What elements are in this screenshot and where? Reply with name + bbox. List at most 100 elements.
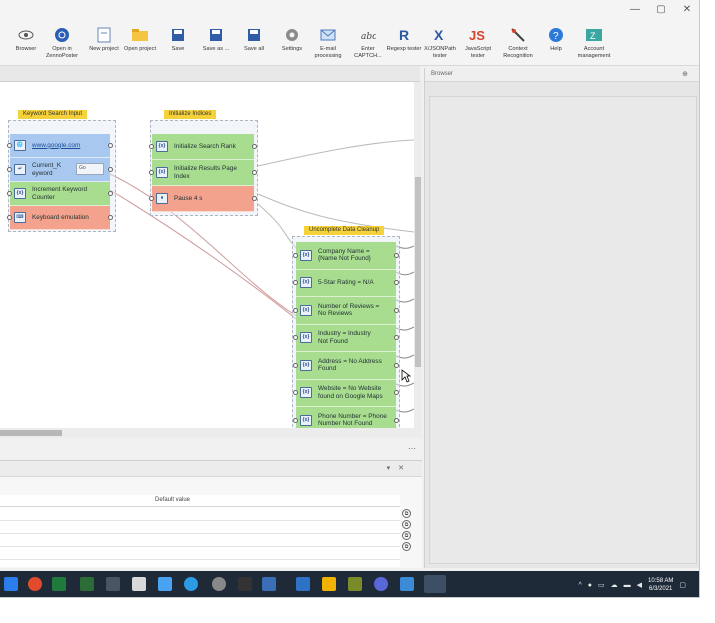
terminal-icon[interactable] (238, 577, 252, 591)
action-node[interactable]: {x} Address = No Address Found (293, 352, 399, 380)
toolbar-button-xpath[interactable]: X X/JSONPath tester (420, 26, 460, 59)
output-port[interactable] (394, 252, 399, 258)
table-row[interactable] (0, 533, 400, 534)
output-port[interactable] (252, 196, 257, 201)
close-button[interactable]: ✕ (681, 4, 693, 15)
excel-icon[interactable] (52, 577, 66, 591)
action-node[interactable]: {x} 5-Star Rating = N/A (293, 269, 399, 297)
output-port[interactable] (394, 307, 399, 313)
active-app-icon[interactable] (424, 575, 446, 593)
pin-icon[interactable]: ⊕ (682, 70, 688, 78)
toolbar-button-captcha[interactable]: abc Enter CAPTCH... (348, 26, 388, 59)
browser-view[interactable] (429, 96, 697, 564)
toolbar-button-regexp[interactable]: R Regexp tester (384, 26, 424, 53)
project-tab-strip[interactable] (0, 66, 420, 82)
node-input-field[interactable]: Go (76, 163, 104, 175)
toolbar-button-help[interactable]: ? Help (536, 26, 576, 53)
action-node[interactable]: ↵ Current_K eyword Go (7, 158, 113, 182)
output-port[interactable] (252, 144, 257, 149)
input-port[interactable] (293, 307, 298, 313)
start-icon[interactable] (4, 577, 18, 591)
input-port[interactable] (149, 196, 154, 201)
input-port[interactable] (7, 191, 12, 197)
input-port[interactable] (7, 167, 12, 173)
microphone-icon[interactable]: ● (588, 582, 592, 589)
input-port[interactable] (293, 362, 298, 368)
action-node[interactable]: ⏸ Pause 4 s (149, 186, 257, 212)
app-icon[interactable] (80, 577, 94, 591)
app-icon[interactable] (400, 577, 414, 591)
action-node[interactable]: {x} Website = No Website found on Google … (293, 379, 399, 407)
action-node[interactable]: {x} Phone Number = Phone Number Not Found (293, 407, 399, 428)
volume-icon[interactable]: ◀ (637, 581, 642, 589)
scroll-thumb[interactable] (0, 430, 62, 436)
app-icon[interactable] (158, 577, 172, 591)
panel-controls[interactable]: ▾✕ (387, 464, 412, 472)
toolbar-button-save[interactable]: Save (158, 26, 198, 53)
variables-table[interactable] (0, 507, 400, 567)
app-icon[interactable] (132, 577, 146, 591)
minimize-button[interactable]: — (629, 4, 641, 15)
action-node[interactable]: {x} Number of Reviews = No Reviews (293, 297, 399, 325)
app-icon[interactable] (28, 577, 42, 591)
notification-icon[interactable]: ▢ (679, 581, 686, 589)
action-node[interactable]: {x} Initialize Results Page Index (149, 160, 257, 186)
edge-icon[interactable] (184, 577, 198, 591)
toolbar-button-folder[interactable]: Open project (120, 26, 160, 53)
action-node[interactable]: {x} Company Name = {Name Not Found} (293, 242, 399, 270)
output-port[interactable] (252, 170, 257, 175)
output-port[interactable] (394, 362, 399, 368)
clock[interactable]: 10:58 AM 6/3/2021 (648, 577, 673, 593)
app-icon[interactable] (296, 577, 310, 591)
input-port[interactable] (149, 170, 154, 175)
action-node[interactable]: {x} Industry = Industry Not Found (293, 324, 399, 352)
toolbar-button-eye[interactable]: Browser (6, 26, 46, 53)
action-node[interactable]: {x} Initialize Search Rank (149, 134, 257, 160)
copy-icon[interactable]: ⧉ (402, 542, 411, 551)
app-icon[interactable] (348, 577, 362, 591)
input-port[interactable] (293, 280, 298, 286)
discord-icon[interactable] (374, 577, 388, 591)
table-row[interactable] (0, 546, 400, 547)
app-icon[interactable] (106, 577, 120, 591)
input-port[interactable] (293, 335, 298, 341)
app-icon[interactable] (322, 577, 336, 591)
input-port[interactable] (293, 252, 298, 258)
action-node[interactable]: {x} Increment Keyword Counter (7, 182, 113, 206)
toolbar-button-save-all[interactable]: Save all (234, 26, 274, 53)
more-icon[interactable]: ⋯ (408, 444, 416, 453)
input-port[interactable] (7, 143, 12, 149)
chevron-up-icon[interactable]: ^ (578, 582, 581, 589)
scroll-thumb[interactable] (415, 177, 421, 367)
output-port[interactable] (394, 417, 399, 423)
table-row[interactable] (0, 559, 400, 560)
input-port[interactable] (293, 417, 298, 423)
copy-icon[interactable]: ⧉ (402, 531, 411, 540)
toolbar-button-account[interactable]: Z Account management (574, 26, 614, 59)
canvas-horizontal-scrollbar[interactable] (0, 428, 422, 438)
toolbar-button-javascript[interactable]: JS JavaScript tester (458, 26, 498, 59)
copy-icon[interactable]: ⧉ (402, 509, 411, 518)
toolbar-button-new-project[interactable]: New project (84, 26, 124, 53)
network-icon[interactable]: ▬ (624, 582, 631, 589)
app-icon[interactable] (212, 577, 226, 591)
input-port[interactable] (149, 144, 154, 149)
input-port[interactable] (293, 390, 298, 396)
variable-icon: {x} (300, 249, 312, 261)
toolbar-button-zennoposter[interactable]: Open in ZennoPoster (42, 26, 82, 59)
maximize-button[interactable]: ▢ (655, 4, 667, 15)
project-canvas[interactable]: Keyword Search Input 🌐 www.google.com ↵ Cur… (0, 82, 414, 428)
table-row[interactable] (0, 520, 400, 521)
copy-icon[interactable]: ⧉ (402, 520, 411, 529)
toolbar-button-save-as[interactable]: Save as ... (196, 26, 236, 53)
action-node[interactable]: ⌨ Keyboard emulation (7, 206, 113, 230)
display-icon[interactable]: ▭ (598, 581, 605, 589)
app-icon[interactable] (262, 577, 276, 591)
toolbar-button-gear[interactable]: Settings (272, 26, 312, 53)
action-node[interactable]: 🌐 www.google.com (7, 134, 113, 158)
toolbar-button-email[interactable]: E-mail processing (308, 26, 348, 59)
toolbar-button-context-recognition[interactable]: Context Recognition (498, 26, 538, 59)
input-port[interactable] (7, 215, 12, 221)
cloud-icon[interactable]: ☁ (611, 581, 618, 589)
canvas-vertical-scrollbar[interactable] (414, 82, 422, 428)
